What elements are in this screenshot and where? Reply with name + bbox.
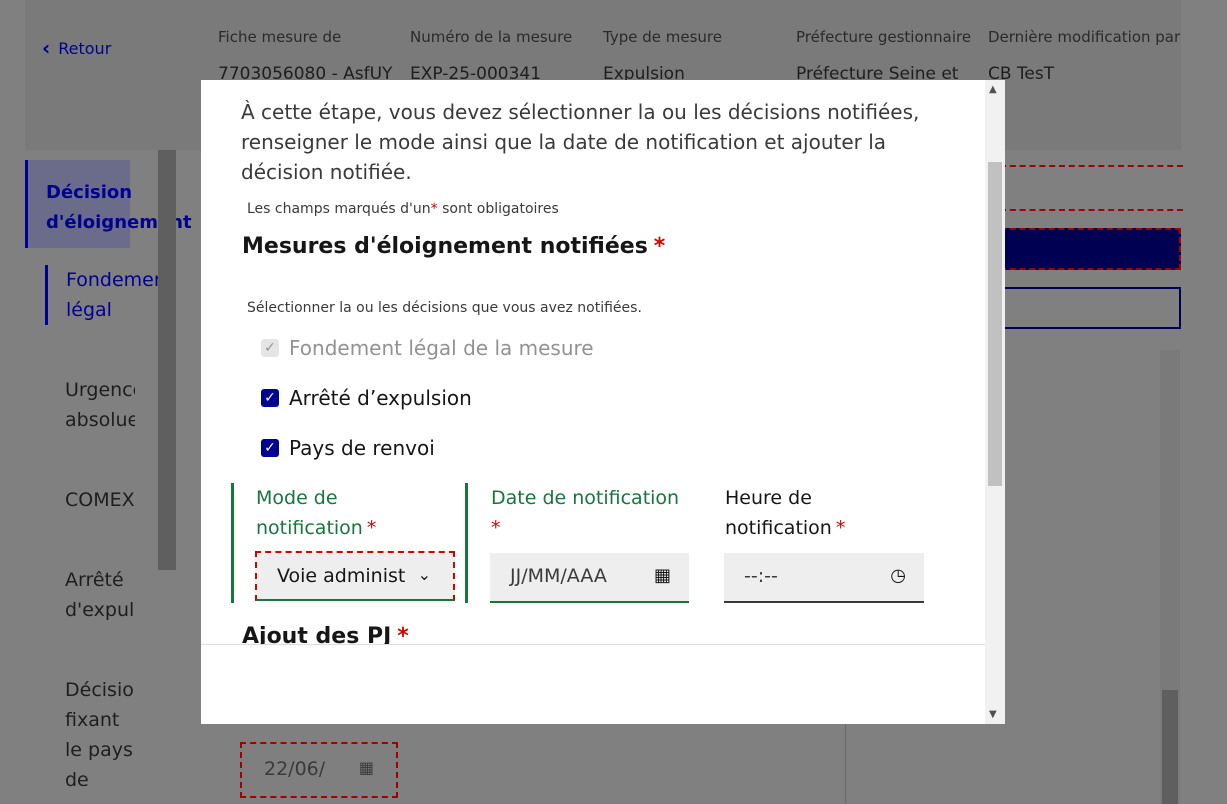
sidebar-item-label: Fondement légal (66, 269, 174, 321)
sidebar-item-decision-pays[interactable]: Décision fixant le pays de renvoi (65, 675, 135, 795)
outlined-box (1000, 287, 1181, 329)
header-label: Fiche mesure de (218, 28, 342, 46)
time-label-line: Heure de (725, 487, 812, 509)
modal-intro: À cette étape, vous devez sélectionner l… (241, 100, 920, 184)
back-link[interactable]: ‹ Retour (42, 36, 111, 60)
chevron-down-icon: ⌄ (417, 565, 431, 584)
checkbox-label: Pays de renvoi (289, 436, 435, 460)
required-star: * (835, 517, 846, 539)
mode-select[interactable]: Voie administ ⌄ (255, 551, 455, 601)
scrollbar-thumb[interactable] (988, 162, 1002, 486)
checkmark-icon: ✓ (261, 339, 279, 357)
required-star: * (653, 234, 666, 259)
header-label: Numéro de la mesure (410, 28, 573, 46)
sidebar-item-comex[interactable]: COMEX (65, 485, 135, 515)
navy-bar (1000, 228, 1181, 270)
header-label: Dernière modification par (988, 28, 1181, 46)
time-placeholder: --:-- (744, 565, 778, 587)
clock-icon[interactable]: ◷ (890, 565, 906, 586)
mode-label: Mode de notification * (256, 483, 376, 543)
time-field: Heure de notification * (725, 483, 845, 543)
sidebar-item-decision[interactable]: Décision d'éloignement (25, 160, 192, 248)
field-group-bar (465, 483, 468, 603)
date-field: Date de notification * (491, 483, 679, 543)
checkbox-arrete[interactable]: ✓ Arrêté d’expulsion (261, 386, 472, 410)
section-title-text: Mesures d'éloignement notifiées (242, 234, 648, 259)
checkbox-label: Arrêté d’expulsion (289, 386, 472, 410)
sidebar-item-fondement[interactable]: Fondement légal (45, 265, 174, 325)
header-label: Type de mesure (603, 28, 722, 46)
checkbox-pays[interactable]: ✓ Pays de renvoi (261, 436, 435, 460)
scroll-up-icon[interactable]: ▲ (989, 84, 997, 95)
header-col-modification: Dernière modification par CB TesT (988, 28, 1188, 84)
time-label: Heure de notification * (725, 483, 845, 543)
required-star: * (491, 517, 501, 539)
bg-date-input: 22/06/ ▦ (240, 742, 398, 798)
mode-label-line: Mode de (256, 487, 338, 509)
header-col-fiche: Fiche mesure de 7703056080 - AsfUY (218, 28, 392, 84)
modal-scrollbar[interactable]: ▲ ▼ (985, 80, 1005, 724)
date-input[interactable]: JJ/MM/AAA ▦ (490, 553, 689, 603)
required-note-prefix: Les champs marqués d'un (247, 201, 431, 217)
notification-modal: À cette étape, vous devez sélectionner l… (201, 80, 1005, 724)
scrollbar-thumb[interactable] (1162, 690, 1178, 804)
right-scrollbar[interactable] (1160, 350, 1180, 804)
scroll-down-icon[interactable]: ▼ (989, 709, 997, 720)
sidebar-item-label: Décision fixant le pays de renvoi (65, 679, 135, 791)
sidebar-item-label: Arrêté d'expulsion (65, 569, 135, 621)
required-star: * (430, 201, 438, 217)
sidebar-item-urgence[interactable]: Urgence absolue (65, 375, 135, 435)
required-note: Les champs marqués d'un* sont obligatoir… (247, 201, 559, 217)
mode-select-value: Voie administ (277, 565, 406, 587)
mode-field: Mode de notification * (256, 483, 376, 543)
checkbox-fondement: ✓ Fondement légal de la mesure (261, 336, 594, 360)
required-note-suffix: sont obligatoires (442, 201, 559, 217)
calendar-icon: ▦ (358, 758, 374, 777)
checkbox-label: Fondement légal de la mesure (289, 336, 594, 360)
header-value: CB TesT (988, 64, 1055, 84)
highlight-box (1000, 165, 1183, 211)
time-label-line: notification (725, 517, 832, 539)
header-label: Préfecture gestionnaire (796, 28, 972, 46)
sidebar-item-arrete[interactable]: Arrêté d'expulsion (65, 565, 135, 625)
modal-footer (201, 644, 985, 724)
header-col-prefecture: Préfecture gestionnaire Préfecture Seine… (796, 28, 971, 84)
calendar-icon[interactable]: ▦ (654, 565, 671, 586)
selection-hint: Sélectionner la ou les décisions que vou… (247, 300, 642, 316)
back-label: Retour (58, 38, 112, 58)
sidebar-scrollbar[interactable] (158, 150, 176, 570)
date-label-text: Date de notification (491, 487, 680, 509)
required-star: * (366, 517, 377, 539)
bg-date-value: 22/06/ (264, 758, 326, 780)
section-title: Mesures d'éloignement notifiées * (242, 234, 665, 259)
sidebar-item-label: COMEX (65, 489, 135, 511)
date-placeholder: JJ/MM/AAA (510, 565, 607, 587)
checkmark-icon[interactable]: ✓ (261, 389, 279, 407)
time-input[interactable]: --:-- ◷ (724, 553, 924, 603)
chevron-left-icon: ‹ (42, 36, 51, 60)
header-col-type: Type de mesure Expulsion (603, 28, 722, 84)
checkmark-icon[interactable]: ✓ (261, 439, 279, 457)
field-group-bar (231, 483, 234, 603)
header-col-numero: Numéro de la mesure EXP-25-000341 (410, 28, 572, 84)
sidebar-item-label: Urgence absolue (65, 379, 135, 431)
date-label: Date de notification * (491, 483, 679, 543)
mode-label-line: notification (256, 517, 363, 539)
